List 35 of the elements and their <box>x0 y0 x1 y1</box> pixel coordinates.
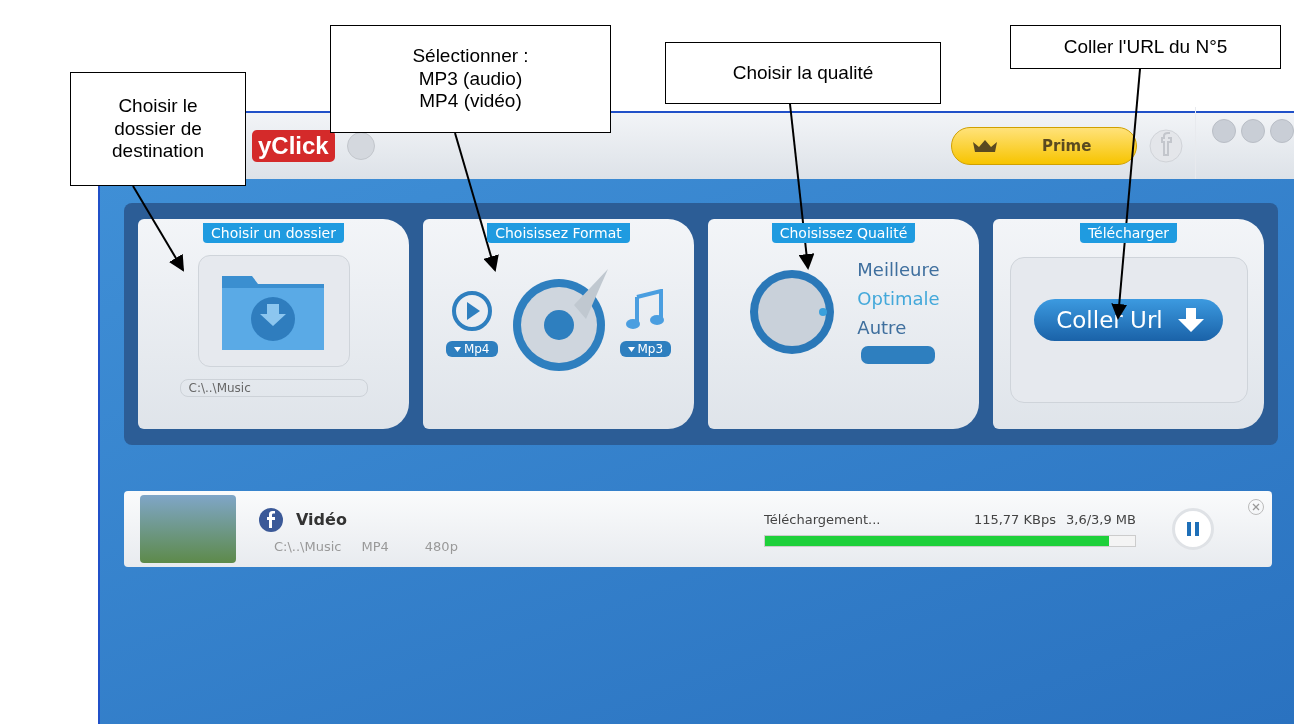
download-size: 3,6/3,9 MB <box>1066 511 1136 527</box>
format-dropdown[interactable]: Mp3 <box>619 341 672 357</box>
annotation-callout: Sélectionner : MP3 (audio) MP4 (vidéo) <box>330 25 611 133</box>
minimize-button[interactable] <box>1212 119 1236 143</box>
close-icon <box>1252 503 1260 511</box>
pause-button[interactable] <box>1172 508 1214 550</box>
quality-option[interactable]: Meilleure <box>857 259 940 280</box>
close-button[interactable] <box>1270 119 1294 143</box>
crown-icon <box>972 139 998 153</box>
format-dropdown[interactable]: Mp4 <box>445 341 498 357</box>
quality-option[interactable]: Optimale <box>857 288 940 309</box>
quality-option[interactable]: Autre <box>857 317 940 338</box>
maximize-button[interactable] <box>1241 119 1265 143</box>
folder-button[interactable] <box>197 255 350 367</box>
annotation-callout: Choisir la qualité <box>665 42 941 104</box>
paste-url-button[interactable]: Coller Url <box>1034 299 1223 341</box>
play-icon <box>449 289 494 333</box>
caret-icon <box>453 346 461 352</box>
facebook-icon[interactable] <box>1149 129 1183 163</box>
quality-dropdown[interactable] <box>861 346 936 364</box>
download-format: MP4 <box>361 538 389 554</box>
download-path: C:\..\Music <box>274 538 342 554</box>
annotation-callout: Coller l'URL du N°5 <box>1010 25 1281 69</box>
pause-icon <box>1186 521 1200 537</box>
dropdown-icon[interactable] <box>346 132 375 160</box>
caret-icon <box>627 346 635 352</box>
video-title: Vidéo <box>296 510 347 529</box>
prime-button[interactable]: Prime <box>951 127 1137 165</box>
download-resolution: 480p <box>424 538 458 554</box>
download-status: Téléchargement... <box>764 511 881 527</box>
folder-path-field[interactable]: C:\..\Music <box>179 379 368 397</box>
app-logo: yClick <box>252 130 335 162</box>
download-arrow-icon <box>1176 307 1205 333</box>
download-speed: 115,77 KBps <box>973 511 1056 527</box>
annotation-callout: Choisir le dossier de destination <box>70 72 246 186</box>
